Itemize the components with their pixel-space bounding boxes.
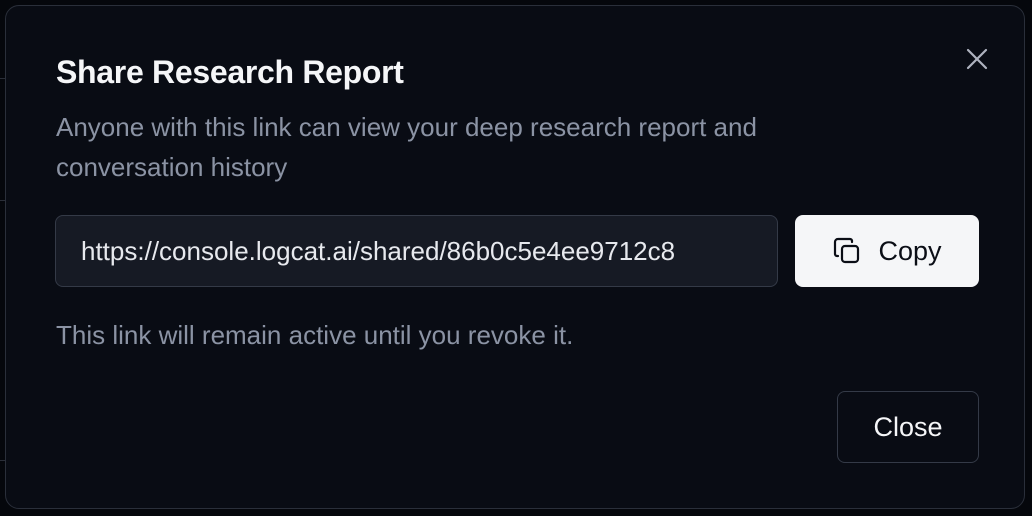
copy-button[interactable]: Copy [795,215,979,287]
close-button[interactable]: Close [837,391,979,463]
dialog-title: Share Research Report [56,54,404,90]
copy-icon [832,236,862,266]
dialog-close-button[interactable] [962,44,992,74]
copy-button-label: Copy [878,235,942,266]
share-report-dialog: Share Research Report Anyone with this l… [5,5,1025,509]
close-icon [966,48,988,70]
dialog-description: Anyone with this link can view your deep… [56,112,757,182]
link-expiry-note: This link will remain active until you r… [56,320,574,350]
share-link-input[interactable] [55,215,778,287]
